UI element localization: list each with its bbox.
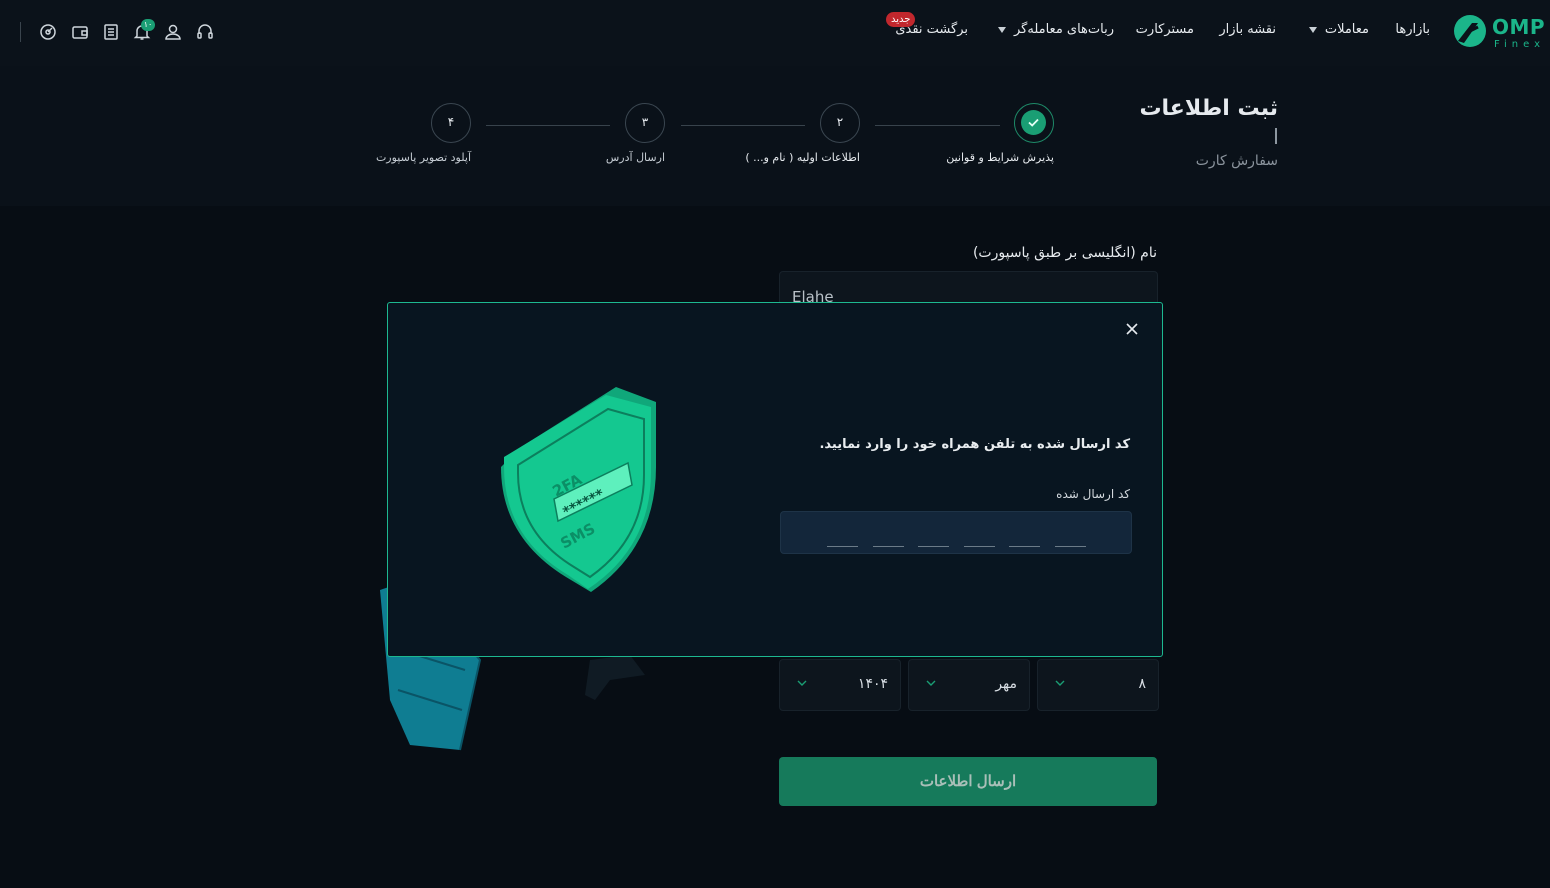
- logo[interactable]: OMP Finex: [1452, 13, 1546, 53]
- submit-button[interactable]: ارسال اطلاعات: [779, 757, 1157, 806]
- otp-digit-slot[interactable]: [964, 546, 995, 547]
- otp-digit-slot[interactable]: [1055, 546, 1086, 547]
- step-2-circle: ۲: [820, 103, 860, 143]
- nav-markets[interactable]: بازارها: [1395, 22, 1430, 37]
- birth-year-value: ۱۴۰۴: [857, 676, 888, 692]
- birth-day-select[interactable]: ۸: [1037, 659, 1159, 711]
- chevron-down-icon: [926, 680, 936, 686]
- step-3-circle: ۳: [625, 103, 665, 143]
- nav-trades[interactable]: معاملات: [1308, 22, 1369, 37]
- birth-month-value: مهر: [995, 676, 1017, 692]
- logo-mark-icon: [1454, 15, 1486, 47]
- birth-month-select[interactable]: مهر: [908, 659, 1030, 711]
- otp-digit-slot[interactable]: [827, 546, 858, 547]
- step-header: [0, 66, 1550, 206]
- new-badge: جدید: [886, 12, 916, 27]
- step-1-circle: [1014, 103, 1054, 143]
- logo-text: OMP: [1492, 15, 1546, 39]
- wallet-button[interactable]: [70, 22, 90, 42]
- step-4-label: آپلود تصویر پاسپورت: [375, 151, 471, 164]
- support-button[interactable]: [195, 22, 215, 42]
- wallet-icon: [72, 26, 88, 39]
- otp-digit-slot[interactable]: [918, 546, 949, 547]
- page-title: ثبت اطلاعات: [1139, 96, 1278, 121]
- headset-icon: [197, 24, 213, 39]
- dashboard-button[interactable]: [38, 22, 58, 42]
- profile-button[interactable]: [163, 22, 183, 42]
- dashboard-icon: [40, 24, 56, 40]
- otp-digit-slot[interactable]: [873, 546, 904, 547]
- chevron-down-icon: [997, 26, 1006, 33]
- orders-icon: [104, 24, 118, 40]
- step-connector: [681, 125, 805, 126]
- nav-trades-label: معاملات: [1324, 22, 1369, 37]
- nav-divider: [20, 22, 21, 42]
- nav-trader-bots-label: ربات‌های معامله‌گر: [1013, 22, 1114, 37]
- birth-day-value: ۸: [1138, 676, 1146, 692]
- code-field-label: کد ارسال شده: [1056, 487, 1130, 501]
- shield-icon: 2FA ****** SMS: [501, 387, 656, 592]
- step-2-label: اطلاعات اولیه ( نام و... ): [745, 151, 860, 164]
- title-divider: [1275, 128, 1277, 144]
- close-icon[interactable]: [1124, 321, 1140, 337]
- step-connector: [875, 125, 1000, 126]
- notification-count-badge: ۱۰: [141, 19, 155, 31]
- chevron-down-icon: [797, 680, 807, 686]
- otp-modal: 2FA ****** SMS کد ارسال شده به تلفن همرا…: [387, 302, 1163, 657]
- name-field-label: نام (انگلیسی بر طبق پاسپورت): [972, 245, 1157, 261]
- page-subtitle: سفارش کارت: [1195, 153, 1278, 169]
- nav-trader-bots[interactable]: ربات‌های معامله‌گر: [997, 22, 1114, 37]
- step-4-circle: ۴: [431, 103, 471, 143]
- user-icon: [165, 24, 181, 40]
- chevron-down-icon: [1308, 26, 1317, 33]
- logo-subtext: Finex: [1494, 39, 1546, 50]
- otp-input[interactable]: [780, 511, 1132, 554]
- step-1-label: پذیرش شرایط و قوانین: [946, 151, 1054, 164]
- step-connector: [486, 125, 610, 126]
- check-icon: [1028, 118, 1039, 127]
- modal-message: کد ارسال شده به تلفن همراه خود را وارد ن…: [819, 437, 1130, 452]
- top-navbar: OMP Finex بازارها معاملات نقشه بازار مست…: [0, 0, 1550, 66]
- nav-mastercard[interactable]: مسترکارت: [1136, 22, 1194, 37]
- step-3-label: ارسال آدرس: [605, 151, 665, 164]
- otp-digit-slot[interactable]: [1009, 546, 1040, 547]
- birth-year-select[interactable]: ۱۴۰۴: [779, 659, 901, 711]
- chevron-down-icon: [1055, 680, 1065, 686]
- orders-button[interactable]: [101, 22, 121, 42]
- nav-market-map[interactable]: نقشه بازار: [1219, 22, 1276, 37]
